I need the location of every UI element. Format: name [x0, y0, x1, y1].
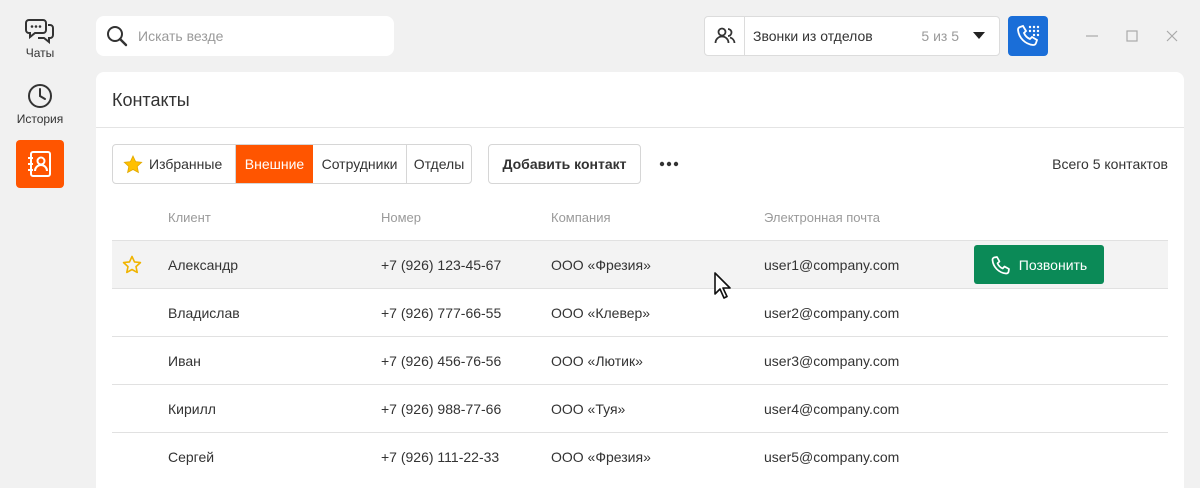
call-button-label: Позвонить	[1018, 256, 1088, 273]
phone-dialpad-icon	[1017, 24, 1040, 46]
page-title: Контакты	[112, 90, 190, 110]
cell-email: user1@company.com	[764, 257, 900, 273]
more-options-button[interactable]	[656, 154, 682, 174]
star-outline-icon	[122, 255, 142, 274]
table-row[interactable]: Александр +7 (926) 123-45-67 ООО «Фрезия…	[112, 240, 1168, 288]
left-nav: Чаты История	[0, 0, 80, 488]
maximize-icon	[1126, 30, 1138, 42]
table-row[interactable]: Владислав +7 (926) 777-66-55 ООО «Клевер…	[112, 288, 1168, 336]
tab-employees[interactable]: Сотрудники	[313, 145, 407, 183]
dept-select-label: Звонки из отделов	[753, 28, 873, 44]
cell-client: Сергей	[168, 449, 215, 465]
caret-down-icon	[973, 32, 985, 39]
search-icon	[107, 26, 128, 47]
table-header: Клиент Номер Компания Электронная почта	[112, 200, 1168, 240]
contact-tabs: Избранные Внешние Сотрудники Отделы	[112, 144, 472, 184]
header-email: Электронная почта	[764, 210, 881, 225]
title-divider	[96, 127, 1184, 128]
header-client: Клиент	[168, 210, 211, 225]
cell-client: Владислав	[168, 305, 240, 321]
minimize-icon	[1086, 35, 1098, 37]
dept-icon-wrap	[705, 17, 745, 55]
table-row[interactable]: Иван +7 (926) 456-76-56 ООО «Лютик» user…	[112, 336, 1168, 384]
table-row[interactable]: Сергей +7 (926) 111-22-33 ООО «Фрезия» u…	[112, 432, 1168, 480]
more-dots-icon	[659, 161, 679, 167]
tab-departments[interactable]: Отделы	[407, 145, 471, 183]
tab-external[interactable]: Внешние	[236, 145, 313, 183]
table-row[interactable]: Кирилл +7 (926) 988-77-66 ООО «Туя» user…	[112, 384, 1168, 432]
clock-icon	[28, 84, 52, 108]
search-input[interactable]: Искать везде	[138, 28, 223, 44]
window-close-button[interactable]	[1162, 26, 1182, 46]
nav-history-label: История	[16, 112, 64, 126]
nav-chats-label: Чаты	[25, 46, 55, 60]
tab-favorites-label: Избранные	[149, 156, 223, 172]
department-calls-select[interactable]: Звонки из отделов 5 из 5	[704, 16, 1000, 56]
cell-email: user2@company.com	[764, 305, 900, 321]
contacts-total: Всего 5 контактов	[1052, 156, 1168, 172]
cell-email: user3@company.com	[764, 353, 900, 369]
cell-company: ООО «Лютик»	[551, 353, 643, 369]
cell-company: ООО «Туя»	[551, 401, 626, 417]
header-phone: Номер	[381, 210, 422, 225]
dialpad-call-button[interactable]	[1008, 16, 1048, 56]
cell-company: ООО «Фрезия»	[551, 449, 651, 465]
cell-phone: +7 (926) 777-66-55	[381, 305, 502, 321]
chats-icon	[25, 19, 54, 44]
cell-client: Александр	[168, 257, 239, 273]
star-filled-icon	[123, 154, 143, 173]
nav-chats[interactable]: Чаты	[0, 16, 80, 60]
cell-phone: +7 (926) 456-76-56	[381, 353, 502, 369]
mouse-pointer-icon	[714, 272, 731, 299]
add-contact-button[interactable]: Добавить контакт	[488, 144, 641, 184]
close-icon	[1166, 30, 1178, 42]
header-company: Компания	[551, 210, 611, 225]
users-icon	[714, 27, 735, 44]
cell-company: ООО «Клевер»	[551, 305, 651, 321]
cell-phone: +7 (926) 988-77-66	[381, 401, 502, 417]
cell-phone: +7 (926) 123-45-67	[381, 257, 502, 273]
contacts-book-icon	[28, 151, 51, 177]
dept-select-count: 5 из 5	[921, 28, 959, 44]
cell-email: user4@company.com	[764, 401, 900, 417]
cell-phone: +7 (926) 111-22-33	[381, 449, 500, 465]
nav-history[interactable]: История	[0, 82, 80, 126]
call-button[interactable]: Позвонить	[974, 245, 1104, 284]
cell-client: Иван	[168, 353, 201, 369]
window-minimize-button[interactable]	[1082, 26, 1102, 46]
favorite-toggle[interactable]	[122, 255, 142, 279]
tab-favorites[interactable]: Избранные	[113, 145, 236, 183]
phone-icon	[991, 255, 1010, 274]
cell-company: ООО «Фрезия»	[551, 257, 651, 273]
contacts-panel: Контакты Избранные Внешние Сотрудники От…	[96, 72, 1184, 488]
cell-email: user5@company.com	[764, 449, 900, 465]
global-search[interactable]: Искать везде	[96, 16, 394, 56]
window-maximize-button[interactable]	[1122, 26, 1142, 46]
cell-client: Кирилл	[168, 401, 216, 417]
nav-contacts[interactable]	[16, 140, 64, 188]
